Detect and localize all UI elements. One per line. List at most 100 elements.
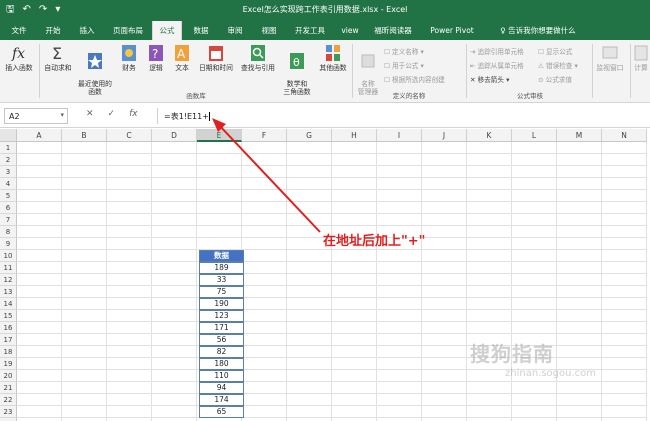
table-cell[interactable]: 82 (199, 346, 244, 358)
cell[interactable] (557, 346, 602, 358)
cell[interactable] (602, 250, 647, 262)
cell[interactable] (377, 250, 422, 262)
cell[interactable] (17, 406, 62, 418)
cell[interactable] (107, 334, 152, 346)
cell[interactable] (332, 178, 377, 190)
cell[interactable] (107, 346, 152, 358)
cell[interactable] (332, 154, 377, 166)
cell[interactable] (62, 250, 107, 262)
cell[interactable] (467, 202, 512, 214)
tab-power-pivot[interactable]: Power Pivot (426, 21, 478, 40)
cell[interactable] (287, 178, 332, 190)
cell[interactable] (152, 358, 197, 370)
cell[interactable] (467, 322, 512, 334)
row-header-11[interactable]: 11 (0, 262, 17, 274)
cell[interactable] (332, 346, 377, 358)
trace-precedents-button[interactable]: ⇥ 追踪引用单元格 (470, 46, 524, 56)
column-header-d[interactable]: D (152, 129, 197, 142)
column-header-b[interactable]: B (62, 129, 107, 142)
cell[interactable] (422, 250, 467, 262)
row-header-16[interactable]: 16 (0, 322, 17, 334)
cell[interactable] (152, 202, 197, 214)
cell[interactable] (17, 286, 62, 298)
table-cell[interactable]: 56 (199, 334, 244, 346)
cell[interactable] (422, 154, 467, 166)
cell[interactable] (602, 334, 647, 346)
cell[interactable] (17, 154, 62, 166)
cell[interactable] (107, 286, 152, 298)
tab-data[interactable]: 数据 (188, 21, 214, 40)
cell[interactable] (287, 382, 332, 394)
cell[interactable] (422, 262, 467, 274)
cell[interactable] (332, 358, 377, 370)
cell[interactable] (152, 190, 197, 202)
cell[interactable] (602, 154, 647, 166)
cell[interactable] (242, 394, 287, 406)
row-header-5[interactable]: 5 (0, 190, 17, 202)
cell[interactable] (467, 382, 512, 394)
cell[interactable] (197, 166, 242, 178)
cell[interactable] (377, 190, 422, 202)
cell[interactable] (62, 370, 107, 382)
table-cell[interactable]: 33 (199, 274, 244, 286)
cell[interactable] (242, 238, 287, 250)
cell[interactable] (107, 154, 152, 166)
row-header-7[interactable]: 7 (0, 214, 17, 226)
cell[interactable] (107, 214, 152, 226)
cell[interactable] (287, 190, 332, 202)
cell[interactable] (287, 250, 332, 262)
cell[interactable] (467, 166, 512, 178)
column-header-c[interactable]: C (107, 129, 152, 142)
cell[interactable] (332, 166, 377, 178)
cell[interactable] (602, 214, 647, 226)
table-cell[interactable]: 75 (199, 286, 244, 298)
cell[interactable] (332, 214, 377, 226)
math-trig-button[interactable]: θ 数学和 三角函数 (280, 44, 314, 96)
logical-button[interactable]: ? 逻辑 (144, 44, 168, 72)
cell[interactable] (422, 334, 467, 346)
cell[interactable] (17, 190, 62, 202)
trace-dependents-button[interactable]: ⇤ 追踪从属单元格 (470, 60, 524, 70)
cell[interactable] (602, 226, 647, 238)
cell[interactable] (107, 370, 152, 382)
name-manager-button[interactable]: 名称 管理器 (354, 44, 382, 96)
cell[interactable] (152, 214, 197, 226)
cell[interactable] (197, 154, 242, 166)
row-header-19[interactable]: 19 (0, 358, 17, 370)
cell[interactable] (242, 334, 287, 346)
text-button[interactable]: A 文本 (170, 44, 194, 72)
cell[interactable] (107, 274, 152, 286)
cell[interactable] (377, 166, 422, 178)
cell[interactable] (377, 214, 422, 226)
cell[interactable] (242, 190, 287, 202)
cell[interactable] (512, 250, 557, 262)
column-header-e[interactable]: E (197, 129, 242, 142)
cell[interactable] (512, 166, 557, 178)
column-header-g[interactable]: G (287, 129, 332, 142)
cell[interactable] (152, 298, 197, 310)
cell[interactable] (557, 166, 602, 178)
cell[interactable] (152, 370, 197, 382)
cell[interactable] (332, 286, 377, 298)
cell[interactable] (242, 298, 287, 310)
cell[interactable] (107, 250, 152, 262)
cell[interactable] (332, 370, 377, 382)
cell[interactable] (422, 202, 467, 214)
cell[interactable] (332, 202, 377, 214)
name-box[interactable]: A2 ▾ (4, 108, 68, 124)
cell[interactable] (512, 190, 557, 202)
table-cell[interactable]: 94 (199, 382, 244, 394)
cell[interactable] (422, 178, 467, 190)
cell[interactable] (17, 310, 62, 322)
cell[interactable] (17, 358, 62, 370)
cell[interactable] (62, 190, 107, 202)
cell[interactable] (557, 154, 602, 166)
cell[interactable] (107, 298, 152, 310)
cell[interactable] (377, 262, 422, 274)
cell[interactable] (557, 394, 602, 406)
cell[interactable] (107, 238, 152, 250)
cell[interactable] (512, 298, 557, 310)
cell[interactable] (242, 214, 287, 226)
cell[interactable] (242, 142, 287, 154)
cell[interactable] (332, 322, 377, 334)
